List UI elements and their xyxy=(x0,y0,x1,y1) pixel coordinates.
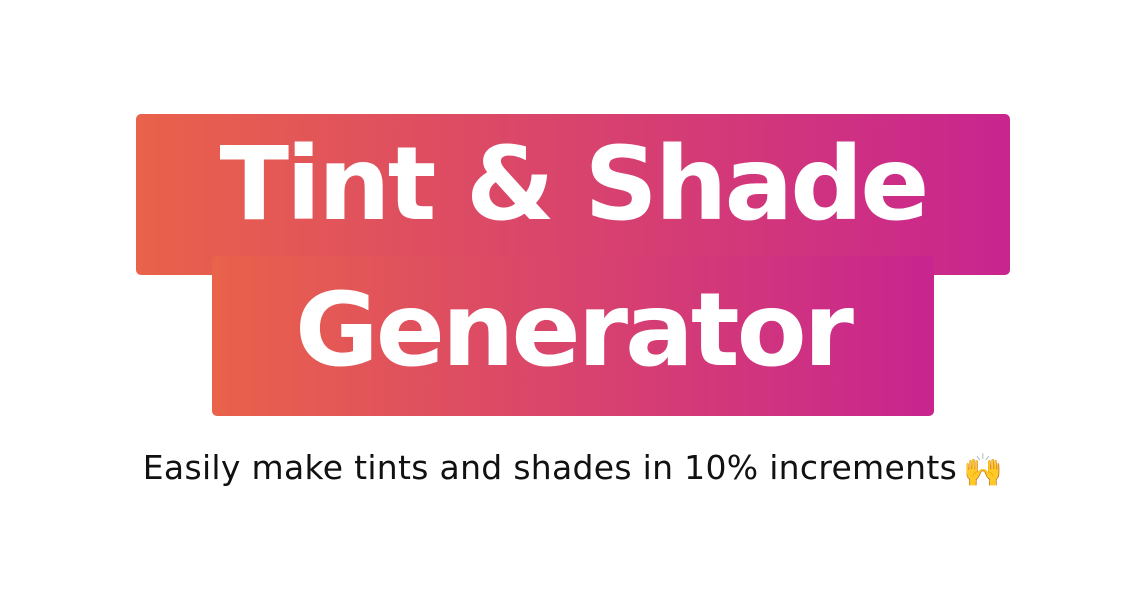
tagline: Easily make tints and shades in 10% incr… xyxy=(0,448,1146,489)
tagline-text: Easily make tints and shades in 10% incr… xyxy=(142,448,958,487)
page-title-line2: Generator xyxy=(295,271,854,390)
page-title-line1: Tint & Shade xyxy=(219,125,930,244)
hero: Tint & Shade Generator Easily make tints… xyxy=(0,0,1146,600)
raising-hands-icon: 🙌 xyxy=(963,451,1004,489)
title-block: Tint & Shade Generator xyxy=(0,0,1146,600)
